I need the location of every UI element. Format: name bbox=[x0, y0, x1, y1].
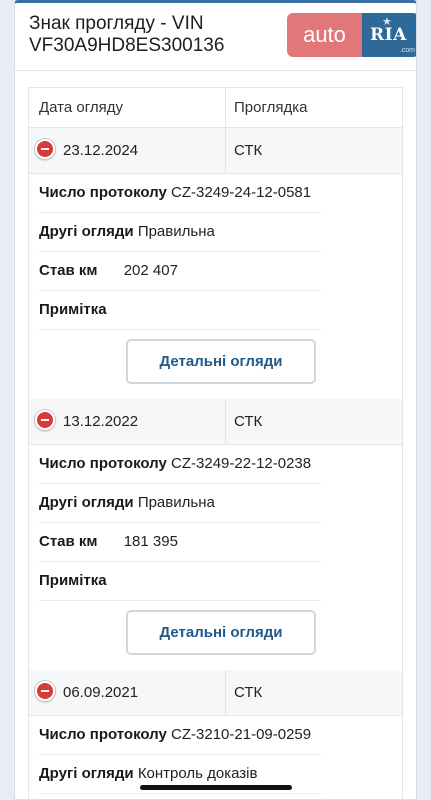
protocol-label: Число протоколу bbox=[39, 184, 167, 201]
autoria-logo[interactable]: auto ★ RIA .com bbox=[287, 13, 416, 57]
protocol-row: Число протоколу CZ-3249-22-12-0238 bbox=[39, 445, 321, 484]
collapse-minus-icon[interactable] bbox=[35, 681, 55, 701]
inspection-record: 06.09.2021 СТК Число протоколу CZ-3210-2… bbox=[29, 670, 402, 794]
table-header: Дата огляду Проглядка bbox=[29, 88, 402, 128]
record-date-cell: 23.12.2024 bbox=[29, 128, 226, 173]
mileage-row: Став км 181 395 bbox=[39, 523, 321, 562]
record-date: 23.12.2024 bbox=[63, 142, 139, 159]
other-label: Другі огляди bbox=[39, 223, 134, 240]
home-indicator[interactable] bbox=[140, 785, 292, 790]
button-wrap: Детальні огляди bbox=[29, 601, 402, 670]
protocol-value: CZ-3210-21-09-0259 bbox=[171, 726, 312, 743]
record-row[interactable]: 13.12.2022 СТК bbox=[29, 399, 402, 445]
collapse-minus-icon[interactable] bbox=[35, 410, 55, 430]
other-value: Правильна bbox=[137, 494, 215, 511]
protocol-row: Число протоколу CZ-3249-24-12-0581 bbox=[39, 174, 321, 213]
other-label: Другі огляди bbox=[39, 494, 134, 511]
record-date-cell: 13.12.2022 bbox=[29, 399, 226, 444]
note-row: Примітка bbox=[39, 291, 321, 330]
other-inspections-row: Другі огляди Правильна bbox=[39, 484, 321, 523]
other-label: Другі огляди bbox=[39, 765, 134, 782]
inspection-record: 13.12.2022 СТК Число протоколу CZ-3249-2… bbox=[29, 399, 402, 670]
protocol-label: Число протоколу bbox=[39, 726, 167, 743]
column-header-date: Дата огляду bbox=[29, 88, 226, 127]
mileage-row: Став км 202 407 bbox=[39, 252, 321, 291]
record-date: 13.12.2022 bbox=[63, 413, 139, 430]
inspection-table: Дата огляду Проглядка 23.12.2024 СТК Чис… bbox=[28, 87, 403, 799]
record-type: СТК bbox=[234, 413, 263, 430]
record-row[interactable]: 06.09.2021 СТК bbox=[29, 670, 402, 716]
note-label: Примітка bbox=[39, 301, 107, 318]
km-value: 202 407 bbox=[123, 262, 178, 279]
note-label: Примітка bbox=[39, 572, 107, 589]
record-type: СТК bbox=[234, 142, 263, 159]
other-value: Правильна bbox=[137, 223, 215, 240]
page-title: Знак прогляду - VIN VF30A9HD8ES300136 bbox=[29, 13, 225, 56]
other-inspections-row: Другі огляди Правильна bbox=[39, 213, 321, 252]
collapse-minus-icon[interactable] bbox=[35, 139, 55, 159]
protocol-row: Число протоколу CZ-3210-21-09-0259 bbox=[39, 716, 321, 755]
record-date: 06.09.2021 bbox=[63, 684, 139, 701]
column-header-type: Проглядка bbox=[234, 99, 308, 116]
protocol-value: CZ-3249-22-12-0238 bbox=[171, 455, 312, 472]
logo-ria-block: ★ RIA .com bbox=[362, 13, 416, 57]
note-row: Примітка bbox=[39, 562, 321, 601]
inspection-card: Знак прогляду - VIN VF30A9HD8ES300136 au… bbox=[14, 0, 417, 800]
button-wrap: Детальні огляди bbox=[29, 330, 402, 399]
inspection-record: 23.12.2024 СТК Число протоколу CZ-3249-2… bbox=[29, 128, 402, 399]
details-button[interactable]: Детальні огляди bbox=[126, 339, 316, 384]
record-date-cell: 06.09.2021 bbox=[29, 670, 226, 715]
logo-com-text: .com bbox=[399, 47, 415, 54]
km-label: Став км bbox=[39, 262, 98, 279]
record-type: СТК bbox=[234, 684, 263, 701]
record-row[interactable]: 23.12.2024 СТК bbox=[29, 128, 402, 174]
details-button[interactable]: Детальні огляди bbox=[126, 610, 316, 655]
logo-ria-text: RIA bbox=[370, 25, 407, 45]
protocol-value: CZ-3249-24-12-0581 bbox=[171, 184, 312, 201]
logo-auto-text: auto bbox=[287, 13, 362, 57]
card-header: Знак прогляду - VIN VF30A9HD8ES300136 au… bbox=[15, 3, 416, 71]
km-value: 181 395 bbox=[123, 533, 178, 550]
protocol-label: Число протоколу bbox=[39, 455, 167, 472]
km-label: Став км bbox=[39, 533, 98, 550]
other-value: Контроль доказів bbox=[137, 765, 258, 782]
